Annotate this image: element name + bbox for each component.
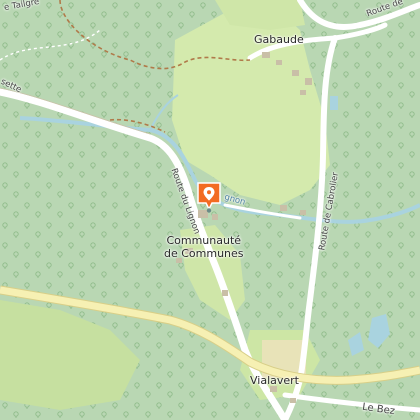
place-label-communaute-line2: de Communes — [164, 247, 244, 260]
building — [212, 214, 218, 220]
place-label-gabaude: Gabaude — [254, 33, 304, 46]
building — [222, 290, 228, 296]
building — [276, 60, 282, 65]
building — [262, 52, 270, 58]
location-pin-icon — [197, 182, 221, 213]
building — [305, 78, 312, 85]
map-view[interactable]: Gabaude Communauté de Communes Vialavert… — [0, 0, 420, 420]
building — [280, 205, 287, 211]
place-label-vialavert: Vialavert — [250, 374, 299, 387]
building — [300, 210, 306, 215]
building — [300, 90, 306, 95]
place-label-communaute-line1: Communauté — [166, 234, 242, 247]
pond-north — [330, 96, 338, 110]
location-marker[interactable] — [196, 181, 222, 213]
building — [292, 70, 299, 76]
building — [290, 398, 296, 403]
place-label-communaute: Communauté de Communes — [164, 234, 244, 260]
